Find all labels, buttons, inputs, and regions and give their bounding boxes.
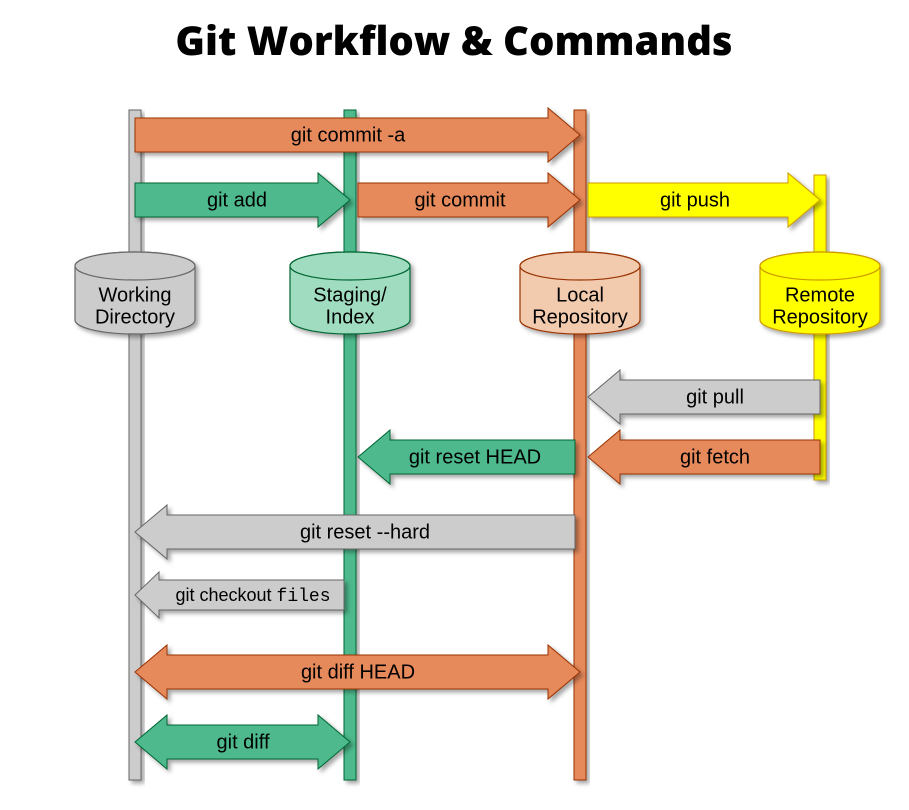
node-local-line1: Local <box>556 284 604 306</box>
arrow-diff-head: git diff HEAD <box>135 645 580 699</box>
node-remote-line2: Repository <box>772 306 868 328</box>
arrow-label-add: git add <box>207 189 267 211</box>
arrow-label-pull: git pull <box>686 386 744 408</box>
arrow-pull: git pull <box>588 370 820 424</box>
lane-local <box>574 110 586 780</box>
node-staging-line1: Staging/ <box>313 284 387 306</box>
arrow-label-reset-head: git reset HEAD <box>409 446 541 468</box>
arrow-fetch: git fetch <box>588 430 820 484</box>
arrow-label-fetch: git fetch <box>680 446 750 468</box>
arrow-push: git push <box>588 173 820 227</box>
arrow-label-checkout: git checkout files <box>175 585 330 607</box>
node-working: Working Directory <box>75 252 195 334</box>
arrow-diff: git diff <box>135 715 350 769</box>
node-local: Local Repository <box>520 252 640 334</box>
arrow-label-commit: git commit <box>414 189 506 211</box>
node-working-line2: Directory <box>95 306 175 328</box>
node-working-line1: Working <box>99 284 172 306</box>
arrow-label-diff: git diff <box>217 731 270 753</box>
arrow-commit-a: git commit -a <box>135 108 580 162</box>
page-title: Git Workflow & Commands <box>175 12 732 67</box>
node-staging: Staging/ Index <box>290 252 410 334</box>
arrow-reset-head: git reset HEAD <box>358 430 575 484</box>
arrow-label-diff-head: git diff HEAD <box>301 661 415 683</box>
arrow-add: git add <box>135 173 350 227</box>
node-remote-line1: Remote <box>785 284 855 306</box>
arrow-commit: git commit <box>358 173 580 227</box>
node-remote: Remote Repository <box>760 252 880 334</box>
node-local-line2: Repository <box>532 306 628 328</box>
node-staging-line2: Index <box>326 306 375 328</box>
arrow-label-push: git push <box>660 189 730 211</box>
arrow-checkout: git checkout files <box>135 572 344 618</box>
arrow-label-commit-a: git commit -a <box>291 124 406 146</box>
arrow-label-reset-hard: git reset --hard <box>300 521 430 543</box>
